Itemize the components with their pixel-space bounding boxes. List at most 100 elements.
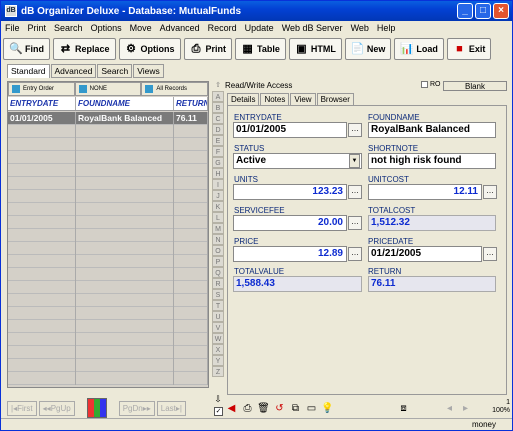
- tab-views[interactable]: Views: [133, 64, 164, 78]
- alpha-index-f[interactable]: F: [212, 146, 224, 157]
- export-icon[interactable]: ⧈: [397, 402, 410, 415]
- pgup-button[interactable]: ◂◂PgUp: [38, 400, 75, 416]
- alpha-index-n[interactable]: N: [212, 234, 224, 245]
- tab-advanced[interactable]: Advanced: [50, 64, 97, 78]
- menu-web[interactable]: Web: [351, 23, 369, 33]
- menu-record[interactable]: Record: [208, 23, 237, 33]
- find-button[interactable]: 🔍 Find: [3, 38, 50, 60]
- units-field[interactable]: 123.23: [233, 184, 347, 200]
- column-header-return[interactable]: RETURN: [174, 97, 208, 110]
- menu-update[interactable]: Update: [245, 23, 274, 33]
- menu-web-db-server[interactable]: Web dB Server: [282, 23, 343, 33]
- shortnote-field[interactable]: not high risk found: [368, 153, 496, 169]
- menu-help[interactable]: Help: [377, 23, 396, 33]
- table-row[interactable]: [8, 294, 208, 307]
- pricedate-field[interactable]: 01/21/2005: [368, 246, 482, 262]
- table-row[interactable]: [8, 281, 208, 294]
- alpha-index-s[interactable]: S: [212, 289, 224, 300]
- servicefee-calc-button[interactable]: …: [348, 216, 362, 230]
- all-records-button[interactable]: All Records: [141, 82, 209, 96]
- entry-order-button[interactable]: Entry Order: [8, 82, 75, 96]
- column-header-entrydate[interactable]: ENTRYDATE: [8, 97, 76, 110]
- table-row[interactable]: [8, 359, 208, 372]
- table-button[interactable]: ▦ Table: [235, 38, 286, 60]
- replace-button[interactable]: ⇄ Replace: [53, 38, 116, 60]
- alpha-index-p[interactable]: P: [212, 256, 224, 267]
- menu-move[interactable]: Move: [130, 23, 152, 33]
- alpha-index-v[interactable]: V: [212, 322, 224, 333]
- chevron-down-icon[interactable]: ▼: [349, 154, 360, 168]
- alpha-index-w[interactable]: W: [212, 333, 224, 344]
- alpha-index-r[interactable]: R: [212, 278, 224, 289]
- table-row[interactable]: [8, 177, 208, 190]
- next-record-icon[interactable]: ▸: [459, 402, 472, 415]
- alpha-index-i[interactable]: I: [212, 179, 224, 190]
- table-row[interactable]: [8, 190, 208, 203]
- alpha-index-a[interactable]: A: [212, 91, 224, 102]
- first-button[interactable]: |◂First: [7, 400, 37, 416]
- table-row[interactable]: [8, 164, 208, 177]
- menu-options[interactable]: Options: [91, 23, 122, 33]
- alpha-index-c[interactable]: C: [212, 113, 224, 124]
- entrydate-field[interactable]: 01/01/2005: [233, 122, 347, 138]
- alpha-index-u[interactable]: U: [212, 311, 224, 322]
- exit-button[interactable]: ■ Exit: [446, 38, 492, 60]
- table-row[interactable]: [8, 372, 208, 385]
- status-select[interactable]: Active: [233, 153, 362, 169]
- column-header-foundname[interactable]: FOUNDNAME: [76, 97, 174, 110]
- tab-standard[interactable]: Standard: [7, 64, 50, 78]
- table-row[interactable]: [8, 216, 208, 229]
- readonly-checkbox[interactable]: [421, 81, 428, 88]
- blank-button[interactable]: Blank: [443, 81, 507, 91]
- html-button[interactable]: ▣ HTML: [288, 38, 342, 60]
- table-row[interactable]: [8, 151, 208, 164]
- menu-print[interactable]: Print: [28, 23, 47, 33]
- paste-record-icon[interactable]: ▭: [305, 402, 318, 415]
- alpha-index-l[interactable]: L: [212, 212, 224, 223]
- price-calc-button[interactable]: …: [348, 247, 362, 261]
- alpha-index-e[interactable]: E: [212, 135, 224, 146]
- alpha-index-z[interactable]: Z: [212, 366, 224, 377]
- unitcost-field[interactable]: 12.11: [368, 184, 482, 200]
- print-button[interactable]: ⎙ Print: [183, 38, 233, 60]
- prev-record-icon[interactable]: ◂: [443, 402, 456, 415]
- trash-icon[interactable]: 🗑: [257, 402, 270, 415]
- unitcost-calc-button[interactable]: …: [483, 185, 497, 199]
- table-row[interactable]: 01/01/2005 RoyalBank Balanced 76.11: [8, 112, 208, 125]
- alpha-index-o[interactable]: O: [212, 245, 224, 256]
- new-button[interactable]: 📄 New: [344, 38, 392, 60]
- entrydate-picker-button[interactable]: …: [348, 123, 362, 137]
- alpha-index-d[interactable]: D: [212, 124, 224, 135]
- table-row[interactable]: [8, 268, 208, 281]
- alpha-index-k[interactable]: K: [212, 201, 224, 212]
- filter-button[interactable]: NONE: [74, 82, 142, 96]
- units-calc-button[interactable]: …: [348, 185, 362, 199]
- copy-record-icon[interactable]: ⧉: [289, 402, 302, 415]
- alpha-index-q[interactable]: Q: [212, 267, 224, 278]
- alpha-index-x[interactable]: X: [212, 344, 224, 355]
- color-palette-icon[interactable]: [86, 398, 107, 418]
- foundname-field[interactable]: RoyalBank Balanced: [368, 122, 496, 138]
- table-row[interactable]: [8, 229, 208, 242]
- printer-icon[interactable]: ⎙: [241, 402, 254, 415]
- price-field[interactable]: 12.89: [233, 246, 347, 262]
- table-row[interactable]: [8, 203, 208, 216]
- table-row[interactable]: [8, 333, 208, 346]
- alpha-index-b[interactable]: B: [212, 102, 224, 113]
- table-row[interactable]: [8, 320, 208, 333]
- load-button[interactable]: 📊 Load: [394, 38, 444, 60]
- select-checkbox[interactable]: ✓: [214, 407, 223, 416]
- table-row[interactable]: [8, 307, 208, 320]
- options-button[interactable]: ⚙ Options: [118, 38, 181, 60]
- menu-search[interactable]: Search: [54, 23, 83, 33]
- scroll-up-icon[interactable]: ⇧: [212, 80, 224, 91]
- table-row[interactable]: [8, 242, 208, 255]
- maximize-button[interactable]: □: [475, 3, 491, 19]
- undo-icon[interactable]: ↺: [273, 402, 286, 415]
- alpha-index-g[interactable]: G: [212, 157, 224, 168]
- table-row[interactable]: [8, 125, 208, 138]
- alpha-index-t[interactable]: T: [212, 300, 224, 311]
- menu-file[interactable]: File: [5, 23, 20, 33]
- minimize-button[interactable]: _: [457, 3, 473, 19]
- table-row[interactable]: [8, 138, 208, 151]
